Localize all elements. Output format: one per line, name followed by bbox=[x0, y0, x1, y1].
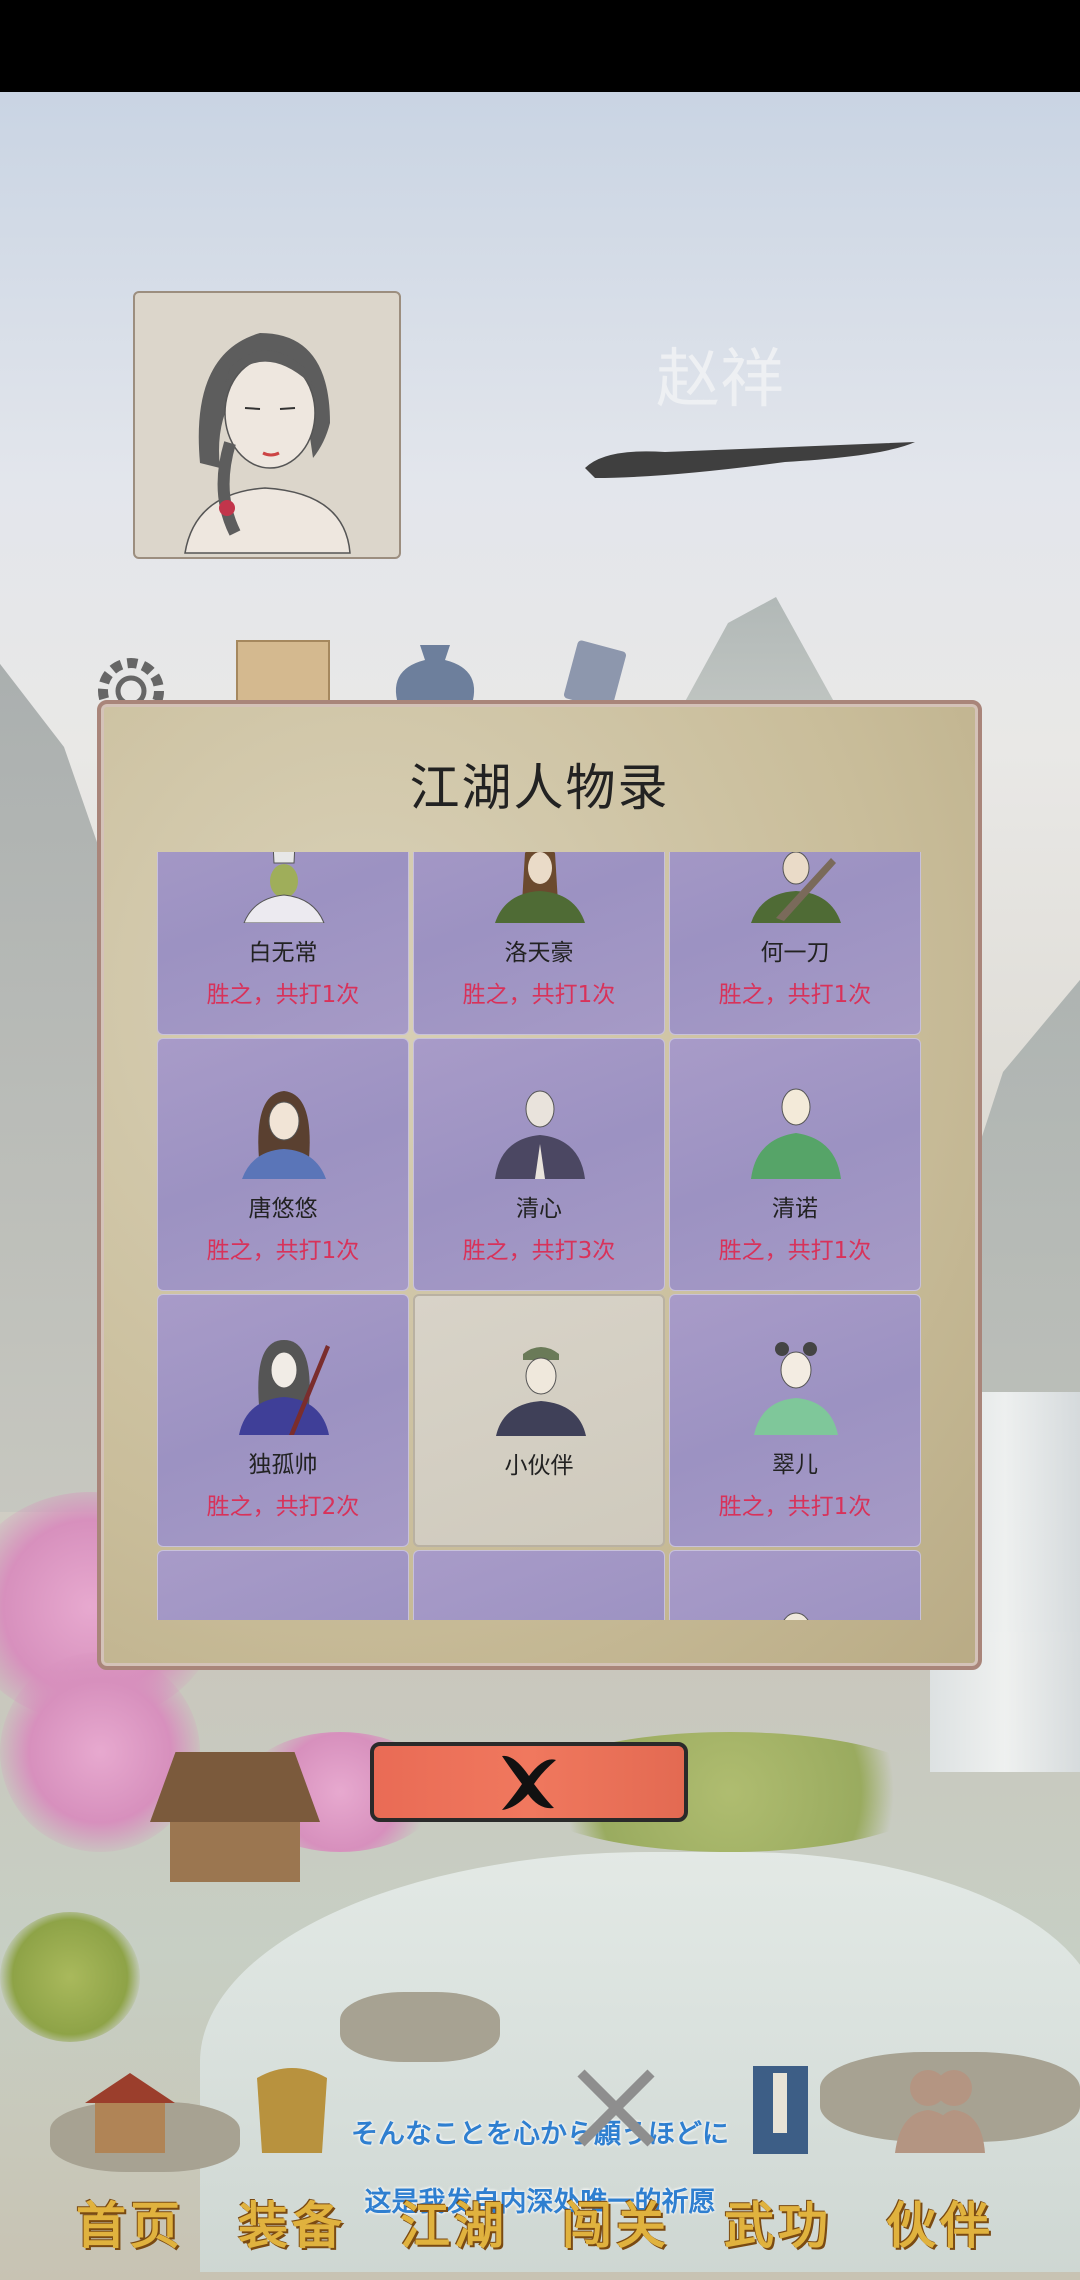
character-record-modal: 江湖人物录 白无常 胜之，共打1次 洛天豪 胜之，共打1次 何一刀 胜之，共打1… bbox=[97, 700, 982, 1670]
character-portrait bbox=[754, 1342, 838, 1435]
nav-label: 武功 bbox=[724, 2196, 832, 2255]
character-name: 白无常 bbox=[248, 940, 318, 966]
character-card[interactable]: 何一刀 胜之，共打1次 bbox=[669, 852, 921, 1035]
brush-stroke-decoration bbox=[585, 442, 915, 478]
character-name: 清心 bbox=[516, 1196, 562, 1222]
character-grid[interactable]: 白无常 胜之，共打1次 洛天豪 胜之，共打1次 何一刀 胜之，共打1次 唐悠悠 … bbox=[157, 852, 921, 1620]
nav-home[interactable]: 首页 bbox=[60, 2058, 200, 2258]
character-name: 翠儿 bbox=[772, 1452, 818, 1478]
character-card[interactable]: 清心 胜之，共打3次 bbox=[413, 1038, 665, 1291]
status-bar bbox=[0, 0, 1080, 92]
battle-record: 胜之，共打1次 bbox=[718, 1238, 872, 1264]
nav-world[interactable]: 江湖 bbox=[384, 2058, 524, 2258]
armor-icon bbox=[257, 2068, 327, 2153]
character-card[interactable]: 翠儿 胜之，共打1次 bbox=[669, 1294, 921, 1547]
modal-title: 江湖人物录 bbox=[409, 759, 670, 817]
battle-record: 胜之，共打1次 bbox=[206, 1238, 360, 1264]
character-name: 清诺 bbox=[772, 1196, 818, 1222]
character-name: 何一刀 bbox=[760, 940, 830, 966]
battle-record: 胜之，共打1次 bbox=[206, 982, 360, 1008]
character-portrait bbox=[495, 1090, 585, 1179]
battle-record: 胜之，共打1次 bbox=[718, 982, 872, 1008]
character-card[interactable]: 清诺 胜之，共打1次 bbox=[669, 1038, 921, 1291]
character-card[interactable] bbox=[669, 1550, 921, 1620]
player-avatar[interactable] bbox=[133, 291, 401, 559]
swords-icon bbox=[577, 2069, 655, 2147]
character-card[interactable]: 白无常 胜之，共打1次 bbox=[157, 852, 409, 1035]
nav-label: 首页 bbox=[76, 2196, 184, 2255]
character-name: 唐悠悠 bbox=[248, 1196, 318, 1222]
bush bbox=[0, 1912, 140, 2042]
rock bbox=[340, 1992, 500, 2062]
battle-record: 胜之，共打2次 bbox=[206, 1494, 360, 1520]
character-card[interactable]: 独孤帅 胜之，共打2次 bbox=[157, 1294, 409, 1547]
nav-label: 江湖 bbox=[400, 2196, 508, 2255]
character-name: 独孤帅 bbox=[248, 1452, 318, 1478]
nav-label: 闯关 bbox=[562, 2196, 670, 2255]
nav-martial-arts[interactable]: 武功 bbox=[708, 2058, 848, 2258]
nav-label: 装备 bbox=[238, 2196, 346, 2255]
character-card[interactable] bbox=[413, 1550, 665, 1620]
character-name: 小伙伴 bbox=[504, 1453, 574, 1479]
character-portrait bbox=[243, 852, 325, 923]
nav-label: 伙伴 bbox=[886, 2196, 994, 2255]
battle-record: 胜之，共打3次 bbox=[462, 1238, 616, 1264]
character-portrait bbox=[242, 1091, 326, 1179]
battle-record: 胜之，共打1次 bbox=[718, 1494, 872, 1520]
character-card[interactable] bbox=[157, 1550, 409, 1620]
character-card[interactable]: 唐悠悠 胜之，共打1次 bbox=[157, 1038, 409, 1291]
character-name: 洛天豪 bbox=[504, 940, 574, 966]
character-portrait bbox=[496, 1347, 586, 1436]
character-card[interactable]: 小伙伴 bbox=[413, 1294, 665, 1547]
close-x-icon bbox=[502, 1755, 556, 1810]
house-icon bbox=[85, 2073, 175, 2153]
nav-partners[interactable]: 伙伴 bbox=[870, 2058, 1010, 2258]
nav-challenge[interactable]: 闯关 bbox=[546, 2058, 686, 2258]
character-portrait bbox=[751, 1088, 841, 1179]
partners-icon bbox=[895, 2070, 985, 2153]
character-portrait bbox=[495, 852, 585, 923]
character-portrait bbox=[783, 1612, 809, 1620]
character-portrait bbox=[239, 1340, 330, 1435]
character-card[interactable]: 洛天豪 胜之，共打1次 bbox=[413, 852, 665, 1035]
bottom-nav: 首页 装备 江湖 闯关 武功 伙伴 bbox=[0, 2066, 1080, 2280]
character-portrait bbox=[751, 852, 841, 923]
nav-equipment[interactable]: 装备 bbox=[222, 2058, 362, 2258]
player-name: 赵祥 bbox=[656, 343, 784, 417]
thatched-hut bbox=[150, 1752, 320, 1882]
world-icon bbox=[404, 2058, 504, 2168]
close-button[interactable] bbox=[370, 1742, 688, 1822]
book-icon bbox=[753, 2066, 808, 2154]
battle-record: 胜之，共打1次 bbox=[462, 982, 616, 1008]
